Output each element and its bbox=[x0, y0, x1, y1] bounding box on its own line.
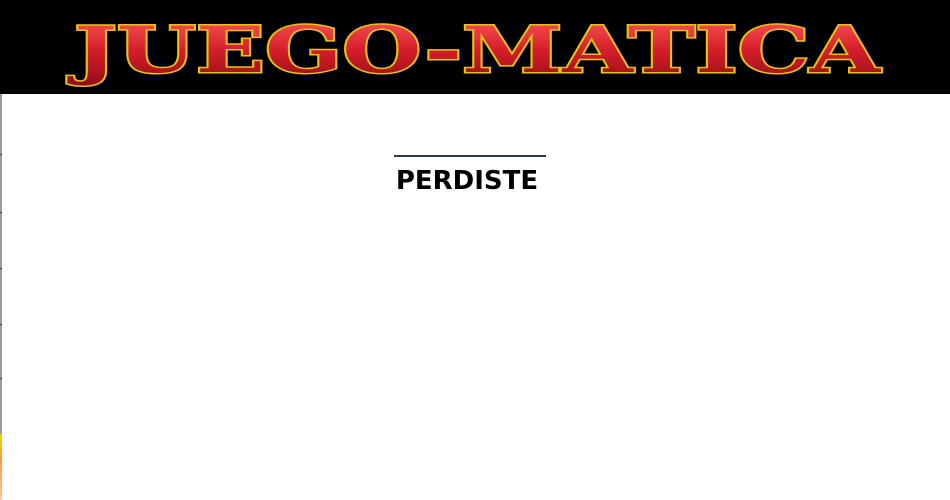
result-divider bbox=[394, 155, 546, 157]
edge-tick bbox=[0, 378, 2, 379]
game-result-text: PERDISTE bbox=[395, 166, 539, 196]
header-banner: JUEGO-MATICA bbox=[0, 0, 950, 94]
edge-tick bbox=[0, 212, 2, 213]
game-page: JUEGO-MATICA PERDISTE bbox=[0, 0, 950, 500]
edge-tick bbox=[0, 154, 2, 155]
edge-tick bbox=[0, 268, 2, 269]
edge-color-band bbox=[0, 434, 2, 500]
logo-text: JUEGO-MATICA bbox=[67, 13, 882, 88]
left-edge-strip bbox=[0, 94, 2, 500]
edge-tick bbox=[0, 324, 2, 325]
juego-matica-logo: JUEGO-MATICA bbox=[65, 12, 883, 90]
